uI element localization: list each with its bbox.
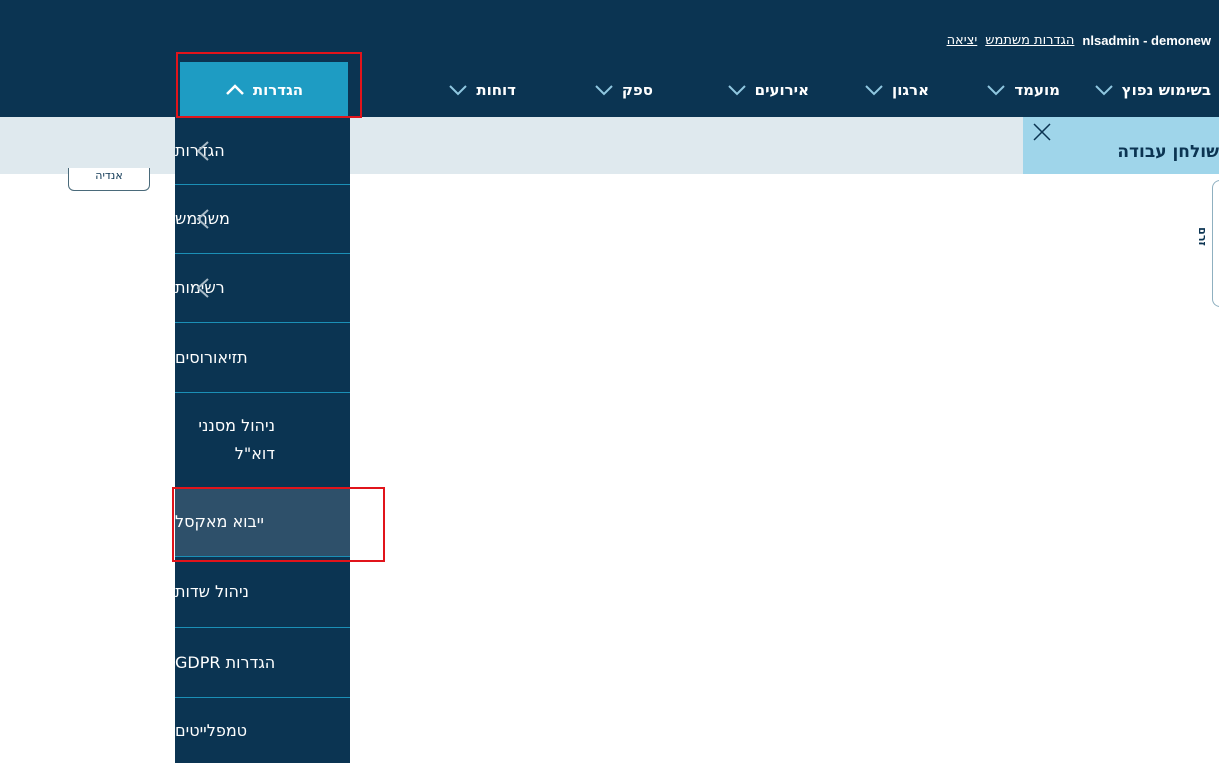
- menu-item-settings[interactable]: הגדרות: [175, 117, 350, 185]
- chevron-down-icon: [448, 80, 468, 100]
- nav-label: ארגון: [892, 80, 929, 99]
- nav-label: ספק: [621, 80, 653, 99]
- menu-item-label: טמפלייטים: [175, 720, 248, 740]
- menu-item-field-management[interactable]: ניהול שדות: [175, 557, 350, 628]
- chevron-left-icon: [193, 140, 213, 162]
- side-tab[interactable]: [1212, 180, 1219, 307]
- nav-label: בשימוש נפוץ: [1121, 80, 1211, 99]
- side-tab-label: זרם: [1195, 227, 1209, 246]
- close-icon[interactable]: [1031, 121, 1053, 143]
- left-tab[interactable]: אנדיה: [68, 168, 150, 191]
- menu-item-excel-import[interactable]: ייבוא מאקסל: [175, 488, 350, 557]
- nav-organization[interactable]: ארגון: [864, 62, 929, 117]
- chevron-left-icon: [193, 277, 213, 299]
- nav-label: דוחות: [476, 80, 516, 99]
- chevron-down-icon: [864, 80, 884, 100]
- user-links: nlsadmin - demonew הגדרות משתמש יציאה: [947, 30, 1211, 50]
- nav-label: מועמד: [1014, 80, 1060, 99]
- chevron-down-icon: [986, 80, 1006, 100]
- nav-common-use[interactable]: בשימוש נפוץ: [1094, 62, 1211, 117]
- menu-item-label: תזיאורוסים: [175, 347, 248, 367]
- menu-item-label: ניהול מסנני דוא"ל: [198, 416, 275, 463]
- menu-item-label: ניהול שדות: [175, 582, 249, 601]
- menu-item-gdpr-settings[interactable]: הגדרות GDPR: [175, 628, 350, 698]
- chevron-down-icon: [1094, 80, 1114, 100]
- logout-link[interactable]: יציאה: [947, 33, 978, 48]
- chevron-left-icon: [193, 208, 213, 230]
- menu-item-lists[interactable]: רשימות: [175, 254, 350, 323]
- nav-candidate[interactable]: מועמד: [986, 62, 1060, 117]
- nav-events[interactable]: אירועים: [727, 62, 809, 117]
- user-settings-link[interactable]: הגדרות משתמש: [985, 33, 1074, 48]
- menu-item-user[interactable]: משתמש: [175, 185, 350, 254]
- menu-item-email-filters[interactable]: ניהול מסנני דוא"ל: [175, 393, 350, 488]
- menu-item-templates[interactable]: טמפלייטים: [175, 698, 350, 763]
- menu-item-label: ייבוא מאקסל: [175, 512, 264, 531]
- chevron-down-icon: [727, 80, 747, 100]
- chevron-down-icon: [594, 80, 614, 100]
- nav-settings[interactable]: הגדרות: [180, 62, 348, 117]
- chevron-up-icon: [225, 80, 245, 100]
- nav-supplier[interactable]: ספק: [594, 62, 653, 117]
- user-name: nlsadmin - demonew: [1082, 32, 1211, 48]
- nav-reports[interactable]: דוחות: [448, 62, 516, 117]
- nav-label: אירועים: [754, 80, 809, 99]
- menu-item-thesauri[interactable]: תזיאורוסים: [175, 323, 350, 393]
- settings-dropdown-menu: הגדרות משתמש רשימות תזיאורוסים ניהול מסנ…: [175, 117, 350, 763]
- menu-item-label: הגדרות GDPR: [175, 652, 276, 672]
- nav-label: הגדרות: [252, 80, 304, 99]
- workspace-tab-title: שולחן עבודה: [1117, 142, 1219, 162]
